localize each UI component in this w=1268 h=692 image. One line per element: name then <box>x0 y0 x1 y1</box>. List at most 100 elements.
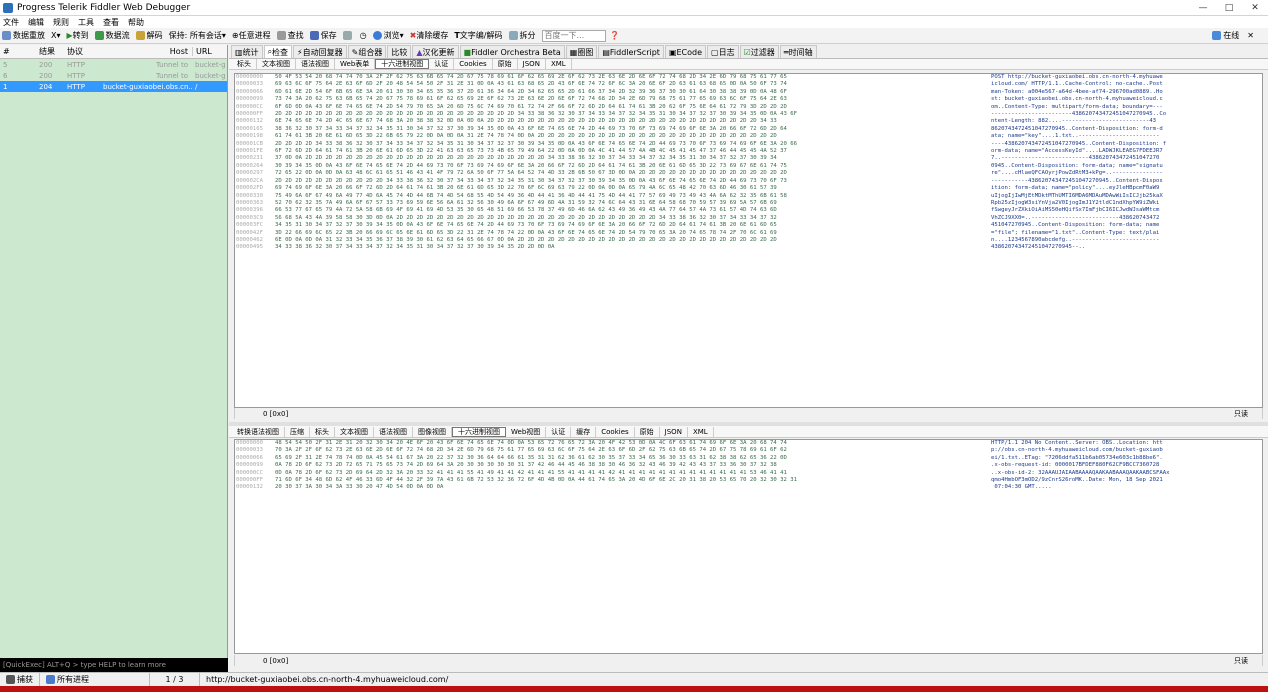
decode-button[interactable]: 解码 <box>135 30 163 41</box>
quickexec-input[interactable]: [QuickExec] ALT+Q > type HELP to learn m… <box>0 658 228 672</box>
replay-button[interactable]: 数据重放 <box>2 30 45 41</box>
hex-row[interactable]: 00000066 6D 61 6E 2D 54 6F 6B 65 6E 3A 20… <box>235 89 1262 96</box>
hex-row[interactable]: 000001FE 6F 72 6D 2D 64 61 74 61 3B 20 6E… <box>235 148 1262 155</box>
hex-row[interactable]: 000000CC 6F 6D 0D 0A 43 6F 6E 74 65 6E 74… <box>235 104 1262 111</box>
tab-response-json[interactable]: JSON <box>660 426 688 437</box>
hex-row[interactable]: 0000042F 3D 22 66 69 6C 65 22 3B 20 66 69… <box>235 230 1262 237</box>
hex-row[interactable]: 00000462 6E 0D 0A 0D 0A 31 32 33 34 35 36… <box>235 237 1262 244</box>
tab-ecode[interactable]: ▣ ECode <box>664 45 707 58</box>
go-button[interactable]: ▶ 转到 <box>67 30 89 41</box>
remove-button[interactable]: X ▾ <box>51 31 61 40</box>
menu-rules[interactable]: 规则 <box>53 17 69 28</box>
hex-row[interactable]: 00000495 34 33 38 36 32 30 37 34 33 34 37… <box>235 244 1262 251</box>
tab-timeline[interactable]: ═ 时间轴 <box>779 45 817 58</box>
save-button[interactable]: 保存 <box>309 30 337 41</box>
hex-row[interactable]: 00000297 72 65 22 0D 0A 0D 0A 63 48 6C 61… <box>235 170 1262 177</box>
tab-request-xml[interactable]: XML <box>546 59 572 69</box>
col-host[interactable]: Host <box>100 47 192 56</box>
tab-response-caching[interactable]: 缓存 <box>571 426 597 437</box>
tab-request-textview[interactable]: 文本视图 <box>257 59 296 69</box>
timer-button[interactable]: ◷ <box>360 31 367 40</box>
tab-request-cookies[interactable]: Cookies <box>454 59 493 69</box>
any-process-button[interactable]: ⊕ 任意进程 <box>232 30 271 41</box>
hex-row[interactable]: 00000000 48 54 54 50 2F 31 2E 31 20 32 30… <box>235 440 1262 447</box>
tab-statistics[interactable]: ▥ 统计 <box>231 45 263 58</box>
menu-file[interactable]: 文件 <box>3 17 19 28</box>
table-row[interactable]: 6 200 HTTP Tunnel to bucket-g <box>0 70 227 81</box>
tab-request-auth[interactable]: 认证 <box>429 59 455 69</box>
hex-row[interactable]: 000003FC 34 35 31 30 34 37 32 37 30 39 34… <box>235 222 1262 229</box>
hex-row[interactable]: 00000066 65 69 2F 31 2E 74 78 74 0D 0A 45… <box>235 455 1262 462</box>
tab-autoresponder[interactable]: ⚡ 自动回复器 <box>293 45 347 58</box>
tab-response-syntaxview[interactable]: 语法视图 <box>374 426 413 437</box>
col-url[interactable]: URL <box>192 47 226 56</box>
maximize-icon[interactable]: □ <box>1216 3 1242 13</box>
tab-orchestra[interactable]: ■ Fiddler Orchestra Beta <box>459 45 565 58</box>
hex-row[interactable]: 000002CA 2D 2D 2D 2D 2D 2D 2D 2D 2D 2D 2D… <box>235 178 1262 185</box>
online-indicator[interactable]: 在线 ✕ <box>1212 30 1254 41</box>
browse-button[interactable]: 浏览 ▾ <box>372 30 404 41</box>
keep-sessions-dropdown[interactable]: 保持: 所有会话 ▾ <box>169 30 226 41</box>
tab-request-syntaxview[interactable]: 语法视图 <box>296 59 335 69</box>
hex-row[interactable]: 00000165 38 36 32 30 37 34 33 34 37 32 34… <box>235 126 1262 133</box>
close-icon[interactable]: ✕ <box>1247 31 1254 40</box>
tab-diagram[interactable]: ▦ 圈图 <box>565 45 598 58</box>
menu-view[interactable]: 查看 <box>103 17 119 28</box>
tab-request-raw[interactable]: 原始 <box>493 59 518 69</box>
tab-request-headers[interactable]: 标头 <box>232 59 257 69</box>
request-hex-view[interactable]: 00000000 50 4F 53 54 20 68 74 74 70 3A 2F… <box>234 73 1263 408</box>
col-result[interactable]: 结果 <box>36 46 64 57</box>
tearoff-button[interactable]: 拆分 <box>508 30 536 41</box>
hex-row[interactable]: 00000033 70 3A 2F 2F 6F 62 73 2E 63 6E 2D… <box>235 447 1262 454</box>
tab-response-transformer[interactable]: 转换语法视图 <box>232 426 285 437</box>
table-row[interactable]: 5 200 HTTP Tunnel to bucket-g <box>0 59 227 70</box>
menu-edit[interactable]: 编辑 <box>28 17 44 28</box>
tab-response-hexview[interactable]: 十六进制视图 <box>452 426 506 437</box>
col-number[interactable]: # <box>0 47 36 56</box>
hex-row[interactable]: 00000033 69 63 6C 6F 75 64 2E 63 6F 6D 2F… <box>235 81 1262 88</box>
table-row[interactable]: 1 204 HTTP bucket-guxiaobei.obs.cn.... / <box>0 81 227 92</box>
hex-row[interactable]: 00000363 52 70 62 32 35 7A 49 6A 6F 67 57… <box>235 200 1262 207</box>
find-button[interactable]: 查找 <box>276 30 304 41</box>
hex-row[interactable]: 000000FF 2D 2D 2D 2D 2D 2D 2D 2D 2D 2D 2D… <box>235 111 1262 118</box>
tab-request-json[interactable]: JSON <box>518 59 546 69</box>
screenshot-button[interactable] <box>342 31 354 40</box>
help-icon[interactable]: ❓ <box>610 31 620 40</box>
col-protocol[interactable]: 协议 <box>64 46 100 57</box>
tab-response-textview[interactable]: 文本视图 <box>335 426 374 437</box>
hex-row[interactable]: 00000330 75 49 6A 6F 67 49 6A 49 77 4D 6A… <box>235 193 1262 200</box>
tab-compare[interactable]: 比较 <box>387 45 412 58</box>
hex-row[interactable]: 00000000 50 4F 53 54 20 68 74 74 70 3A 2F… <box>235 74 1262 81</box>
tab-composer[interactable]: ✎ 组合器 <box>347 45 387 58</box>
tab-response-imageview[interactable]: 图像视图 <box>413 426 452 437</box>
search-input[interactable] <box>541 29 606 42</box>
tab-response-raw[interactable]: 原始 <box>635 426 660 437</box>
hex-row[interactable]: 00000132 6E 74 65 6E 74 2D 4C 65 6E 67 74… <box>235 118 1262 125</box>
hex-row[interactable]: 00000099 73 74 3A 20 62 75 63 6B 65 74 2D… <box>235 96 1262 103</box>
menu-help[interactable]: 帮助 <box>128 17 144 28</box>
hex-row[interactable]: 000003C9 56 68 5A 43 4A 39 58 58 30 3D 0D… <box>235 215 1262 222</box>
hex-row[interactable]: 000000FF 71 6D 6F 34 48 6D 62 4F 46 33 6D… <box>235 477 1262 484</box>
menu-tools[interactable]: 工具 <box>78 17 94 28</box>
response-hex-view[interactable]: 00000000 48 54 54 50 2F 31 2E 31 20 32 30… <box>234 439 1263 654</box>
hex-row[interactable]: 000000CC 0D 0A 78 2D 6F 62 73 2D 69 64 2D… <box>235 470 1262 477</box>
tab-request-webforms[interactable]: Web表单 <box>335 59 376 69</box>
tab-request-hexview[interactable]: 十六进制视图 <box>375 59 430 69</box>
process-filter[interactable]: 所有进程 <box>40 672 150 687</box>
tab-response-headers[interactable]: 标头 <box>310 426 335 437</box>
hex-row[interactable]: 00000132 20 30 37 3A 30 34 3A 33 30 20 47… <box>235 484 1262 491</box>
hex-row[interactable]: 00000099 0A 78 2D 6F 62 73 2D 72 65 71 75… <box>235 462 1262 469</box>
hex-row[interactable]: 00000198 61 74 61 3B 20 6E 61 6D 65 3D 22… <box>235 133 1262 140</box>
hex-row[interactable]: 00000231 37 0D 0A 2D 2D 2D 2D 2D 2D 2D 2D… <box>235 155 1262 162</box>
capture-toggle[interactable]: 捕获 <box>0 672 40 687</box>
session-list[interactable]: # 结果 协议 Host URL 5 200 HTTP Tunnel to bu… <box>0 45 228 672</box>
tab-response-xml[interactable]: XML <box>688 426 714 437</box>
text-wizard-button[interactable]: T 文字编/解码 <box>454 30 502 41</box>
tab-response-auth[interactable]: 认证 <box>546 426 572 437</box>
stream-button[interactable]: 数据流 <box>94 30 130 41</box>
tab-response-webview[interactable]: Web视图 <box>506 426 547 437</box>
hex-row[interactable]: 000002FD 69 74 69 6F 6E 3A 20 66 6F 72 6D… <box>235 185 1262 192</box>
clear-cache-button[interactable]: ✖ 清除缓存 <box>410 30 449 41</box>
tab-log[interactable]: ▢ 日志 <box>707 45 739 58</box>
tab-fiddlerscript[interactable]: ▤ FiddlerScript <box>598 45 664 58</box>
